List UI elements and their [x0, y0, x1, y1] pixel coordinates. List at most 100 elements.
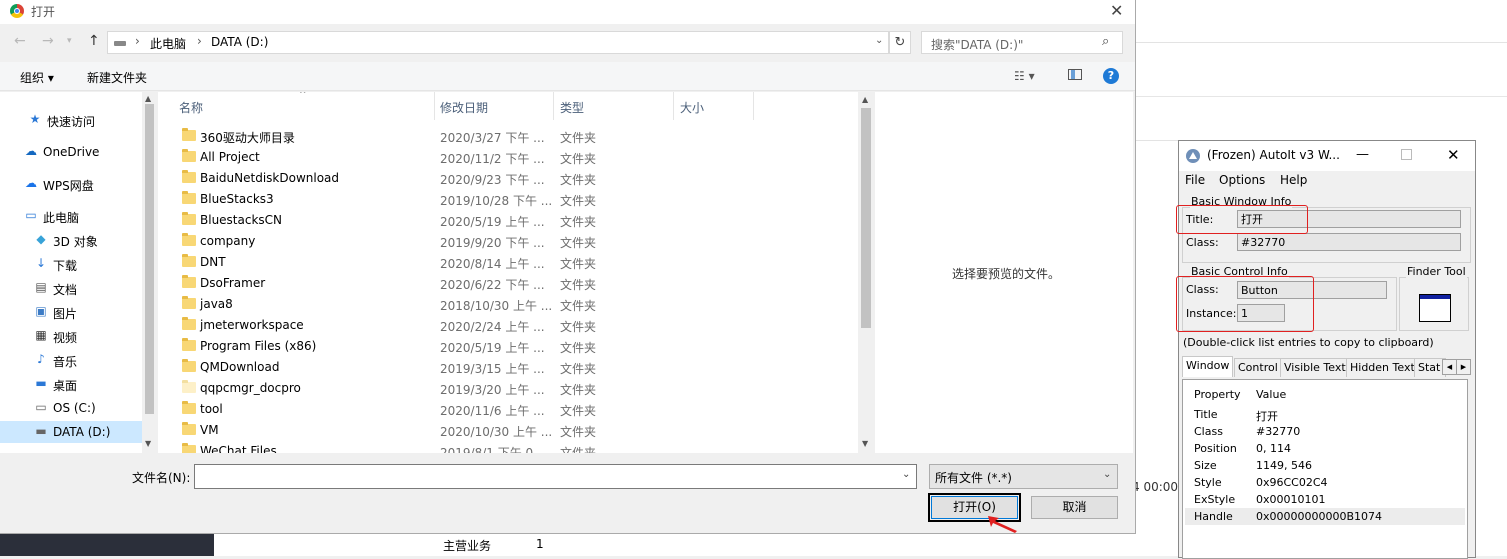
file-row[interactable]: BlueStacks3 2019/10/28 下午 ... 文件夹 — [158, 189, 858, 210]
cloud-icon: ☁ — [25, 144, 37, 158]
property-row[interactable]: Title 打开 — [1185, 406, 1465, 423]
file-name: VM — [200, 423, 219, 437]
up-arrow-icon[interactable]: ↑ — [88, 33, 100, 49]
tab-visible-text[interactable]: Visible Text — [1280, 358, 1350, 377]
file-row[interactable]: VM 2020/10/30 上午 ... 文件夹 — [158, 420, 858, 441]
help-icon[interactable]: ? — [1103, 68, 1119, 84]
new-folder-button[interactable]: 新建文件夹 — [87, 69, 147, 86]
tab-control[interactable]: Control — [1234, 358, 1282, 377]
property-column-header[interactable]: Property — [1194, 388, 1241, 401]
scroll-down-icon[interactable]: ▼ — [145, 439, 151, 448]
nav-item[interactable]: ▣ 图片 — [0, 301, 142, 323]
property-row[interactable]: Size 1149, 546 — [1185, 457, 1465, 474]
filetype-select[interactable]: 所有文件 (*.*) ⌄ — [929, 464, 1118, 489]
column-divider[interactable] — [434, 92, 435, 120]
property-value: 0x96CC02C4 — [1256, 476, 1328, 489]
property-row[interactable]: ExStyle 0x00010101 — [1185, 491, 1465, 508]
menu-options[interactable]: Options — [1219, 173, 1265, 187]
column-size[interactable]: 大小 — [680, 99, 704, 116]
file-row[interactable]: 360驱动大师目录 2020/3/27 下午 ... 文件夹 — [158, 126, 858, 147]
file-row[interactable]: DNT 2020/8/14 上午 ... 文件夹 — [158, 252, 858, 273]
preview-pane-icon[interactable] — [1068, 69, 1082, 80]
tab-hidden-text[interactable]: Hidden Text — [1346, 358, 1419, 377]
file-list-scrollbar[interactable]: ▲ ▼ — [858, 92, 874, 453]
nav-item-label: 此电脑 — [43, 211, 80, 225]
column-type[interactable]: 类型 — [560, 99, 584, 116]
nav-item[interactable]: ▭ 此电脑 — [0, 205, 142, 227]
file-row[interactable]: BluestacksCN 2020/5/19 上午 ... 文件夹 — [158, 210, 858, 231]
close-icon[interactable]: ✕ — [1447, 146, 1460, 164]
breadcrumb-this-pc[interactable]: 此电脑 — [150, 35, 186, 52]
value-column-header[interactable]: Value — [1256, 388, 1286, 401]
forward-arrow-icon[interactable]: → — [42, 33, 54, 49]
organize-button[interactable]: 组织 ▾ — [20, 69, 54, 86]
tab-window[interactable]: Window — [1182, 356, 1234, 377]
file-row[interactable]: QMDownload 2019/3/15 上午 ... 文件夹 — [158, 357, 858, 378]
back-arrow-icon[interactable]: ← — [14, 33, 26, 49]
file-row[interactable]: All Project 2020/11/2 下午 ... 文件夹 — [158, 147, 858, 168]
property-row[interactable]: Class #32770 — [1185, 423, 1465, 440]
file-row[interactable]: tool 2020/11/6 上午 ... 文件夹 — [158, 399, 858, 420]
nav-item[interactable]: ♪ 音乐 — [0, 349, 142, 371]
file-row[interactable]: company 2019/9/20 下午 ... 文件夹 — [158, 231, 858, 252]
scroll-up-icon[interactable]: ▲ — [862, 95, 868, 104]
nav-item[interactable]: ☁ WPS网盘 — [0, 173, 142, 195]
drive-icon — [114, 41, 126, 46]
scroll-down-icon[interactable]: ▼ — [862, 439, 868, 448]
address-bar[interactable]: › 此电脑 › DATA (D:) ⌄ — [107, 31, 889, 54]
file-row[interactable]: jmeterworkspace 2020/2/24 上午 ... 文件夹 — [158, 315, 858, 336]
refresh-icon[interactable]: ↻ — [889, 31, 911, 54]
file-date: 2020/5/19 上午 ... — [440, 341, 545, 355]
chevron-down-icon[interactable]: ⌄ — [875, 35, 883, 46]
column-divider[interactable] — [673, 92, 674, 120]
finder-tool-crosshair[interactable] — [1419, 294, 1451, 322]
file-row[interactable]: Program Files (x86) 2020/5/19 上午 ... 文件夹 — [158, 336, 858, 357]
search-input[interactable]: 搜索"DATA (D:)" ⌕ — [921, 31, 1123, 54]
column-name[interactable]: 名称 — [179, 99, 203, 116]
nav-item[interactable]: ▤ 文档 — [0, 277, 142, 299]
column-date[interactable]: 修改日期 — [440, 99, 488, 116]
nav-item[interactable]: ↓ 下载 — [0, 253, 142, 275]
nav-item[interactable]: ▭ OS (C:) — [0, 397, 142, 419]
menu-file[interactable]: File — [1185, 173, 1205, 187]
nav-item[interactable]: ▬ 桌面 — [0, 373, 142, 395]
finder-tool-group — [1399, 277, 1469, 331]
file-row[interactable]: WeChat Files 2019/8/1 下午 0... 文件夹 — [158, 441, 858, 453]
nav-item[interactable]: ▦ 视频 — [0, 325, 142, 347]
file-row[interactable]: java8 2018/10/30 上午 ... 文件夹 — [158, 294, 858, 315]
maximize-icon[interactable] — [1401, 149, 1412, 160]
window-class-value[interactable]: #32770 — [1237, 233, 1461, 251]
file-type: 文件夹 — [560, 173, 597, 187]
minimize-icon[interactable]: — — [1356, 147, 1369, 162]
nav-item[interactable]: ◆ 3D 对象 — [0, 229, 142, 251]
filename-input[interactable]: ⌄ — [194, 464, 917, 489]
file-row[interactable]: qqpcmgr_docpro 2019/3/20 上午 ... 文件夹 — [158, 378, 858, 399]
cancel-button[interactable]: 取消 — [1031, 496, 1118, 519]
file-row[interactable]: BaiduNetdiskDownload 2020/9/23 下午 ... 文件夹 — [158, 168, 858, 189]
folder-icon — [182, 170, 196, 183]
scroll-up-icon[interactable]: ▲ — [145, 94, 151, 103]
property-row[interactable]: Position 0, 114 — [1185, 440, 1465, 457]
nav-item[interactable]: ▬ DATA (D:) — [0, 421, 142, 443]
folder-icon — [182, 443, 196, 453]
property-key: Position — [1194, 442, 1237, 455]
column-divider[interactable] — [753, 92, 754, 120]
view-options-icon[interactable]: ☷ ▾ — [1014, 69, 1035, 83]
chevron-down-icon[interactable]: ⌄ — [902, 469, 910, 480]
nav-item[interactable]: ★ 快速访问 — [0, 109, 142, 131]
folder-icon — [182, 338, 196, 351]
recent-chevron-icon[interactable]: ▾ — [67, 36, 72, 46]
tab-left-icon[interactable]: ◀ — [1442, 359, 1457, 375]
property-row[interactable]: Style 0x96CC02C4 — [1185, 474, 1465, 491]
column-divider[interactable] — [553, 92, 554, 120]
breadcrumb-data-drive[interactable]: DATA (D:) — [211, 35, 268, 49]
nav-scroll-thumb[interactable] — [145, 104, 154, 414]
close-icon[interactable]: ✕ — [1110, 1, 1123, 20]
file-row[interactable]: DsoFramer 2020/6/22 下午 ... 文件夹 — [158, 273, 858, 294]
nav-scrollbar[interactable]: ▲ ▼ — [142, 92, 157, 453]
menu-help[interactable]: Help — [1280, 173, 1307, 187]
file-list-scroll-thumb[interactable] — [861, 108, 871, 328]
nav-item[interactable]: ☁ OneDrive — [0, 141, 142, 163]
tab-right-icon[interactable]: ▶ — [1456, 359, 1471, 375]
property-row[interactable]: Handle 0x00000000000B1074 — [1185, 508, 1465, 525]
